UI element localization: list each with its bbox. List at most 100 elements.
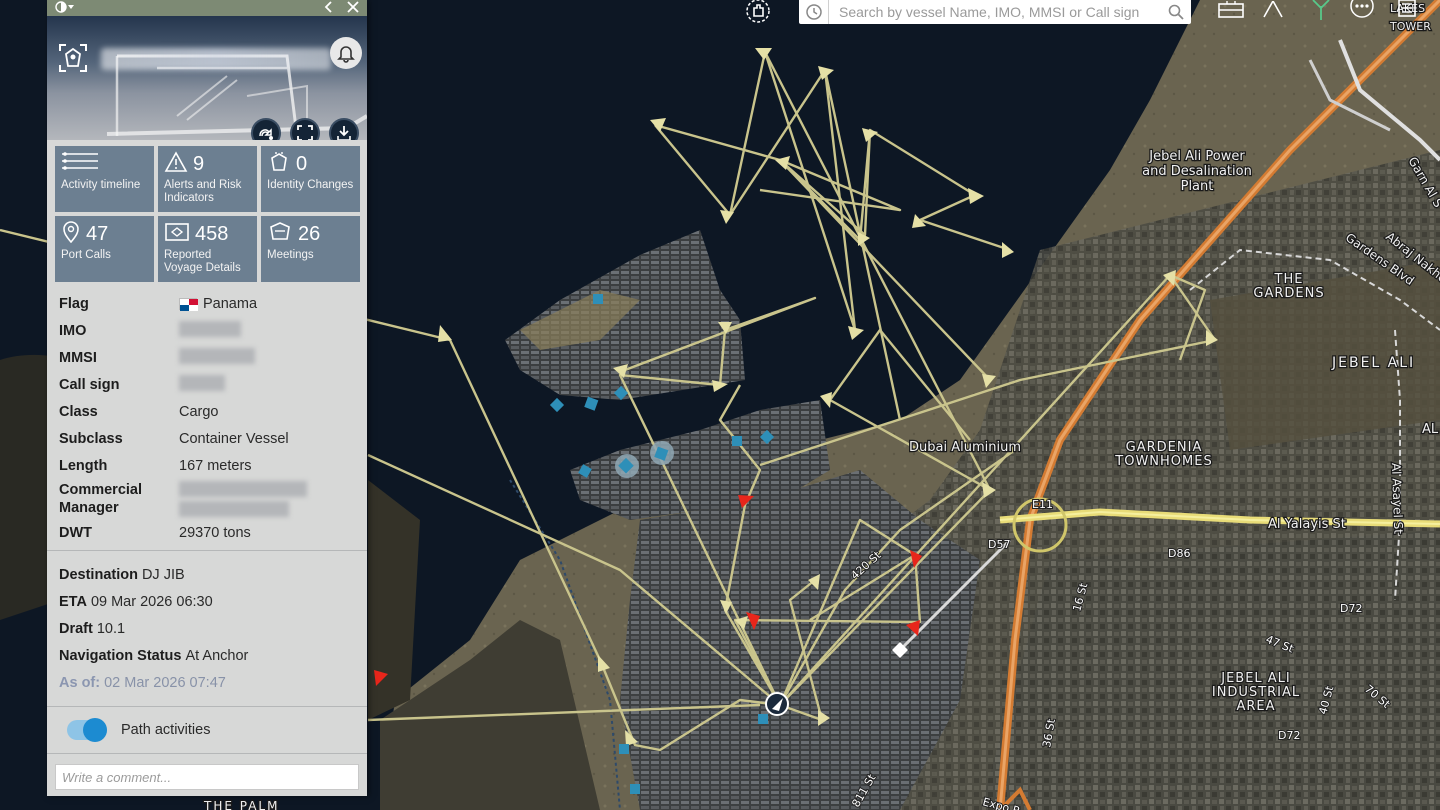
flag-link[interactable]: Panama	[179, 296, 257, 312]
download-icon[interactable]	[329, 118, 359, 140]
tile-meetings[interactable]: 26 Meetings	[261, 216, 360, 282]
port-marker[interactable]	[732, 436, 742, 446]
tile-label: Activity timeline	[61, 179, 141, 191]
voyage-value: At Anchor	[185, 647, 249, 664]
comment-box[interactable]	[55, 764, 359, 790]
tile-label: Reported Voyage Details	[164, 249, 241, 274]
tile-count: 0	[296, 152, 308, 175]
search-icon[interactable]	[1161, 0, 1191, 24]
label-industrial-2: INDUSTRIAL	[1212, 685, 1300, 700]
detail-subclass: Subclass Container Vessel	[59, 425, 355, 452]
more-icon[interactable]	[1347, 0, 1377, 20]
tile-voyage-details[interactable]: 458 Reported Voyage Details	[158, 216, 257, 282]
label-al-asayel: Al Asayel St	[1389, 463, 1405, 535]
vessel-details-panel: Activity timeline 9 Alerts and Risk Indi…	[47, 0, 367, 796]
vessel-search-bar[interactable]	[799, 0, 1191, 24]
label-d57: D57	[988, 538, 1010, 551]
label-dubai-aluminium: Dubai Aluminium	[909, 440, 1021, 455]
detail-value: 167 meters	[179, 457, 252, 474]
vessel-pointer-icon[interactable]	[742, 0, 774, 26]
list-icon[interactable]	[1392, 0, 1422, 20]
detail-class: Class Cargo	[59, 398, 355, 425]
label-lakes-2: TOWER	[1389, 20, 1431, 33]
label-power-plant-3: Plant	[1181, 179, 1214, 194]
detail-label: Subclass	[59, 430, 123, 447]
summary-tiles: Activity timeline 9 Alerts and Risk Indi…	[47, 140, 367, 282]
close-icon[interactable]	[347, 0, 359, 16]
tile-label: Port Calls	[61, 249, 111, 261]
vessel-photo	[106, 54, 367, 137]
tile-alerts[interactable]: 9 Alerts and Risk Indicators	[158, 146, 257, 212]
tile-label: Meetings	[267, 249, 314, 261]
detail-dwt: DWT 29370 tons	[59, 519, 355, 546]
detail-label: MMSI	[59, 349, 97, 366]
voyage-icon	[164, 221, 190, 248]
imo-redacted	[179, 320, 241, 341]
detail-value: Panama	[203, 295, 258, 312]
panel-toolbar	[47, 0, 367, 16]
voyage-value: DJ JIB	[141, 566, 185, 583]
tile-port-calls[interactable]: 47 Port Calls	[55, 216, 154, 282]
label-e11: E11	[1032, 498, 1053, 511]
voyage-draft: Draft 10.1	[59, 615, 355, 642]
vessel-header	[47, 16, 367, 140]
label-gardenia-1: GARDENIA	[1126, 440, 1203, 455]
alert-triangle-icon[interactable]	[1258, 0, 1288, 20]
share-route-icon[interactable]	[251, 118, 281, 140]
label-gardens-2: GARDENS	[1253, 286, 1324, 301]
voyage-label: ETA	[59, 593, 87, 610]
tile-count: 47	[86, 222, 109, 245]
detail-label: IMO	[59, 322, 87, 339]
bell-icon[interactable]	[330, 37, 362, 69]
label-industrial-3: AREA	[1236, 699, 1275, 714]
comment-input[interactable]	[56, 765, 358, 789]
detail-value: Container Vessel	[179, 430, 289, 447]
vessel-position-icon[interactable]	[765, 692, 789, 716]
collapse-panel-icon[interactable]	[323, 0, 335, 16]
vessel-type-icon	[57, 42, 89, 74]
contrast-toggle-icon[interactable]	[55, 0, 75, 16]
vessel-details: Flag Panama IMO MMSI Call sign Class Car…	[47, 282, 367, 546]
alert-icon	[164, 150, 188, 178]
detail-flag: Flag Panama	[59, 290, 355, 317]
detail-length: Length 167 meters	[59, 452, 355, 479]
mmsi-redacted	[179, 347, 255, 368]
detail-label: Length	[59, 457, 108, 474]
fullscreen-icon[interactable]	[290, 118, 320, 140]
path-activities-row: Path activities	[47, 707, 367, 753]
panama-flag-icon	[179, 297, 198, 311]
port-marker[interactable]	[619, 744, 629, 754]
label-gardenia-2: TOWNHOMES	[1114, 454, 1212, 469]
label-gardens-1: THE	[1274, 272, 1304, 287]
clock-icon[interactable]	[799, 0, 829, 24]
tile-count: 26	[298, 222, 321, 245]
voyage-destination: Destination DJ JIB	[59, 561, 355, 588]
manager-redacted	[179, 481, 307, 517]
label-jebel-ali: JEBEL ALI	[1331, 355, 1415, 371]
label-al: AL	[1422, 422, 1439, 437]
antenna-icon[interactable]	[1306, 0, 1336, 20]
tile-identity-changes[interactable]: 0 Identity Changes	[261, 146, 360, 212]
path-activities-toggle[interactable]	[67, 718, 107, 742]
port-marker[interactable]	[593, 294, 603, 304]
detail-mmsi: MMSI	[59, 344, 355, 371]
briefcase-icon[interactable]	[1216, 0, 1246, 20]
search-input[interactable]	[829, 1, 1161, 23]
label-d86: D86	[1168, 547, 1190, 560]
meetings-icon	[267, 221, 293, 248]
port-marker[interactable]	[630, 784, 640, 794]
voyage-info: Destination DJ JIB ETA 09 Mar 2026 06:30…	[47, 551, 367, 696]
voyage-nav-status: Navigation Status At Anchor	[59, 642, 355, 669]
label-power-plant-1: Jebel Ali Power	[1148, 149, 1245, 164]
identity-icon	[267, 151, 291, 178]
voyage-value: 10.1	[96, 620, 126, 637]
tile-activity-timeline[interactable]: Activity timeline	[55, 146, 154, 212]
detail-value: 29370 tons	[179, 524, 251, 541]
detail-label: Commercial Manager	[59, 482, 143, 516]
label-the-palm: THE PALM	[203, 799, 279, 810]
pin-icon	[61, 220, 81, 248]
tile-count: 9	[193, 152, 205, 175]
detail-imo: IMO	[59, 317, 355, 344]
timeline-icon	[61, 151, 99, 178]
port-marker[interactable]	[758, 714, 768, 724]
